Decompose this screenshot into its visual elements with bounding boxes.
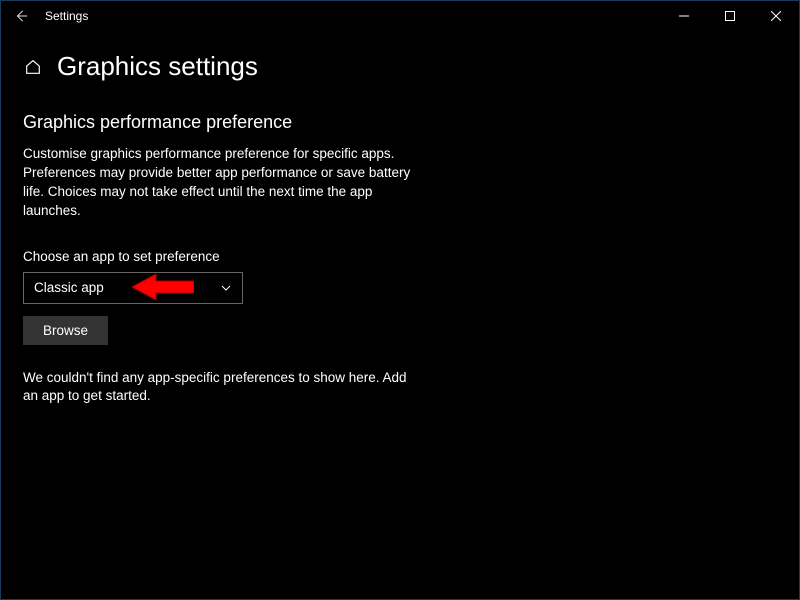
- page-title: Graphics settings: [57, 51, 258, 82]
- maximize-icon: [725, 11, 735, 21]
- section-title: Graphics performance preference: [23, 112, 779, 133]
- app-type-dropdown[interactable]: Classic app: [23, 272, 243, 304]
- empty-state-message: We couldn't find any app-specific prefer…: [23, 369, 423, 407]
- browse-button[interactable]: Browse: [23, 316, 108, 345]
- section-description: Customise graphics performance preferenc…: [23, 145, 423, 221]
- back-button[interactable]: [13, 8, 29, 24]
- chevron-down-icon: [220, 282, 232, 294]
- close-icon: [771, 11, 781, 21]
- page-header: Graphics settings: [23, 51, 779, 82]
- app-selector-label: Choose an app to set preference: [23, 249, 779, 264]
- maximize-button[interactable]: [707, 1, 753, 31]
- dropdown-value: Classic app: [34, 280, 104, 295]
- titlebar-left: Settings: [13, 8, 88, 24]
- minimize-icon: [679, 11, 689, 21]
- titlebar: Settings: [1, 1, 799, 31]
- window-controls: [661, 1, 799, 31]
- window-title: Settings: [45, 9, 88, 23]
- minimize-button[interactable]: [661, 1, 707, 31]
- home-icon: [24, 58, 42, 76]
- content-area: Graphics settings Graphics performance p…: [1, 31, 799, 406]
- close-button[interactable]: [753, 1, 799, 31]
- back-arrow-icon: [14, 9, 28, 23]
- home-button[interactable]: [23, 57, 43, 77]
